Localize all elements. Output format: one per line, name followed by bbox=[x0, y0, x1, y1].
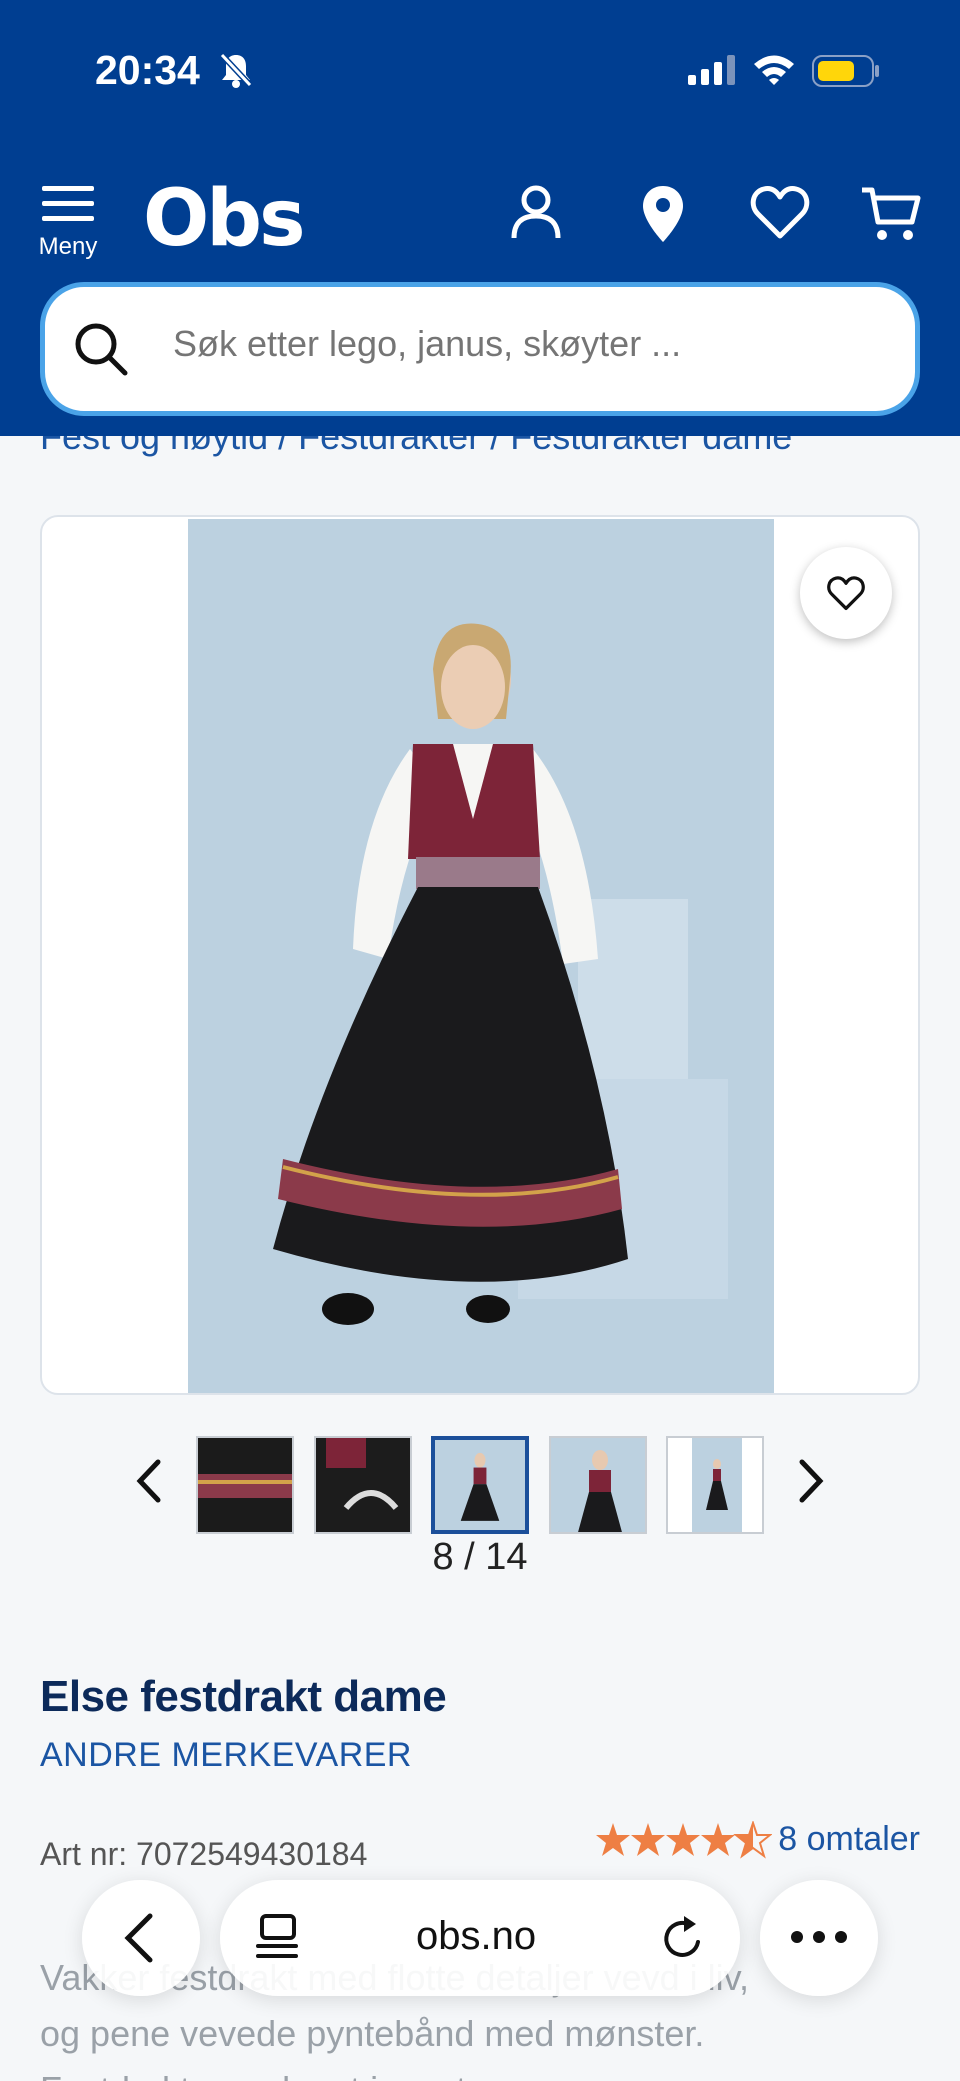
menu-button[interactable]: Meny bbox=[34, 184, 102, 261]
wifi-icon bbox=[754, 55, 794, 85]
chevron-left-icon bbox=[124, 1913, 153, 1963]
search-icon bbox=[75, 323, 128, 376]
browser-toolbar: obs.no bbox=[0, 1880, 960, 2000]
hamburger-icon bbox=[42, 186, 94, 221]
image-counter: 8 / 14 bbox=[432, 1536, 528, 1578]
product-photo bbox=[188, 519, 774, 1393]
address-bar[interactable]: obs.no bbox=[220, 1880, 740, 1996]
thumbnail[interactable] bbox=[314, 1436, 412, 1534]
product-image-gallery[interactable] bbox=[40, 515, 920, 1395]
product-brand[interactable]: ANDRE MERKEVARER bbox=[40, 1736, 412, 1775]
header: 20:34 Meny Obs Søk etter lego, janus, sk… bbox=[0, 0, 960, 436]
woman-in-bunad-image bbox=[188, 519, 774, 1393]
thumbnail-active[interactable] bbox=[431, 1436, 529, 1534]
back-button[interactable] bbox=[82, 1880, 200, 1996]
search-bar[interactable] bbox=[40, 282, 920, 416]
product-title: Else festdrakt dame bbox=[40, 1672, 447, 1721]
description-line: og pene vevede pyntebånd med mønster. bbox=[40, 2013, 705, 2054]
chevron-right-icon[interactable] bbox=[796, 1456, 826, 1506]
thumbnail[interactable] bbox=[549, 1436, 647, 1534]
store-location-icon[interactable] bbox=[640, 184, 686, 244]
chevron-left-icon[interactable] bbox=[134, 1456, 164, 1506]
thumbnail[interactable] bbox=[196, 1436, 294, 1534]
star-rating-icon bbox=[596, 1820, 773, 1859]
description-line: Festdrakten er laget i svart ... bbox=[40, 2062, 920, 2081]
thumbnail-strip bbox=[0, 1436, 960, 1536]
status-bar: 20:34 bbox=[0, 45, 960, 95]
url-text[interactable]: obs.no bbox=[416, 1914, 536, 1959]
search-input[interactable] bbox=[173, 323, 873, 365]
wishlist-heart-icon[interactable] bbox=[750, 184, 810, 240]
main-nav: Meny Obs bbox=[0, 170, 960, 270]
menu-label: Meny bbox=[38, 233, 98, 260]
obs-logo[interactable]: Obs bbox=[143, 174, 306, 264]
heart-outline-icon bbox=[827, 576, 865, 611]
reviews-link[interactable]: 8 omtaler bbox=[778, 1820, 920, 1859]
bell-muted-icon bbox=[219, 52, 253, 88]
article-number: Art nr: 7072549430184 bbox=[40, 1836, 368, 1872]
battery-icon bbox=[812, 55, 879, 87]
account-icon[interactable] bbox=[508, 184, 564, 240]
tab-view-icon[interactable] bbox=[256, 1914, 300, 1962]
reload-icon[interactable] bbox=[660, 1914, 706, 1962]
more-button[interactable] bbox=[760, 1880, 878, 1996]
thumbnail[interactable] bbox=[666, 1436, 764, 1534]
favorite-button[interactable] bbox=[800, 547, 892, 639]
cart-icon[interactable] bbox=[860, 184, 922, 244]
ellipsis-icon bbox=[791, 1931, 847, 1943]
signal-icon bbox=[688, 55, 735, 85]
status-time: 20:34 bbox=[95, 47, 200, 93]
rating[interactable]: 8 omtaler bbox=[596, 1820, 920, 1859]
